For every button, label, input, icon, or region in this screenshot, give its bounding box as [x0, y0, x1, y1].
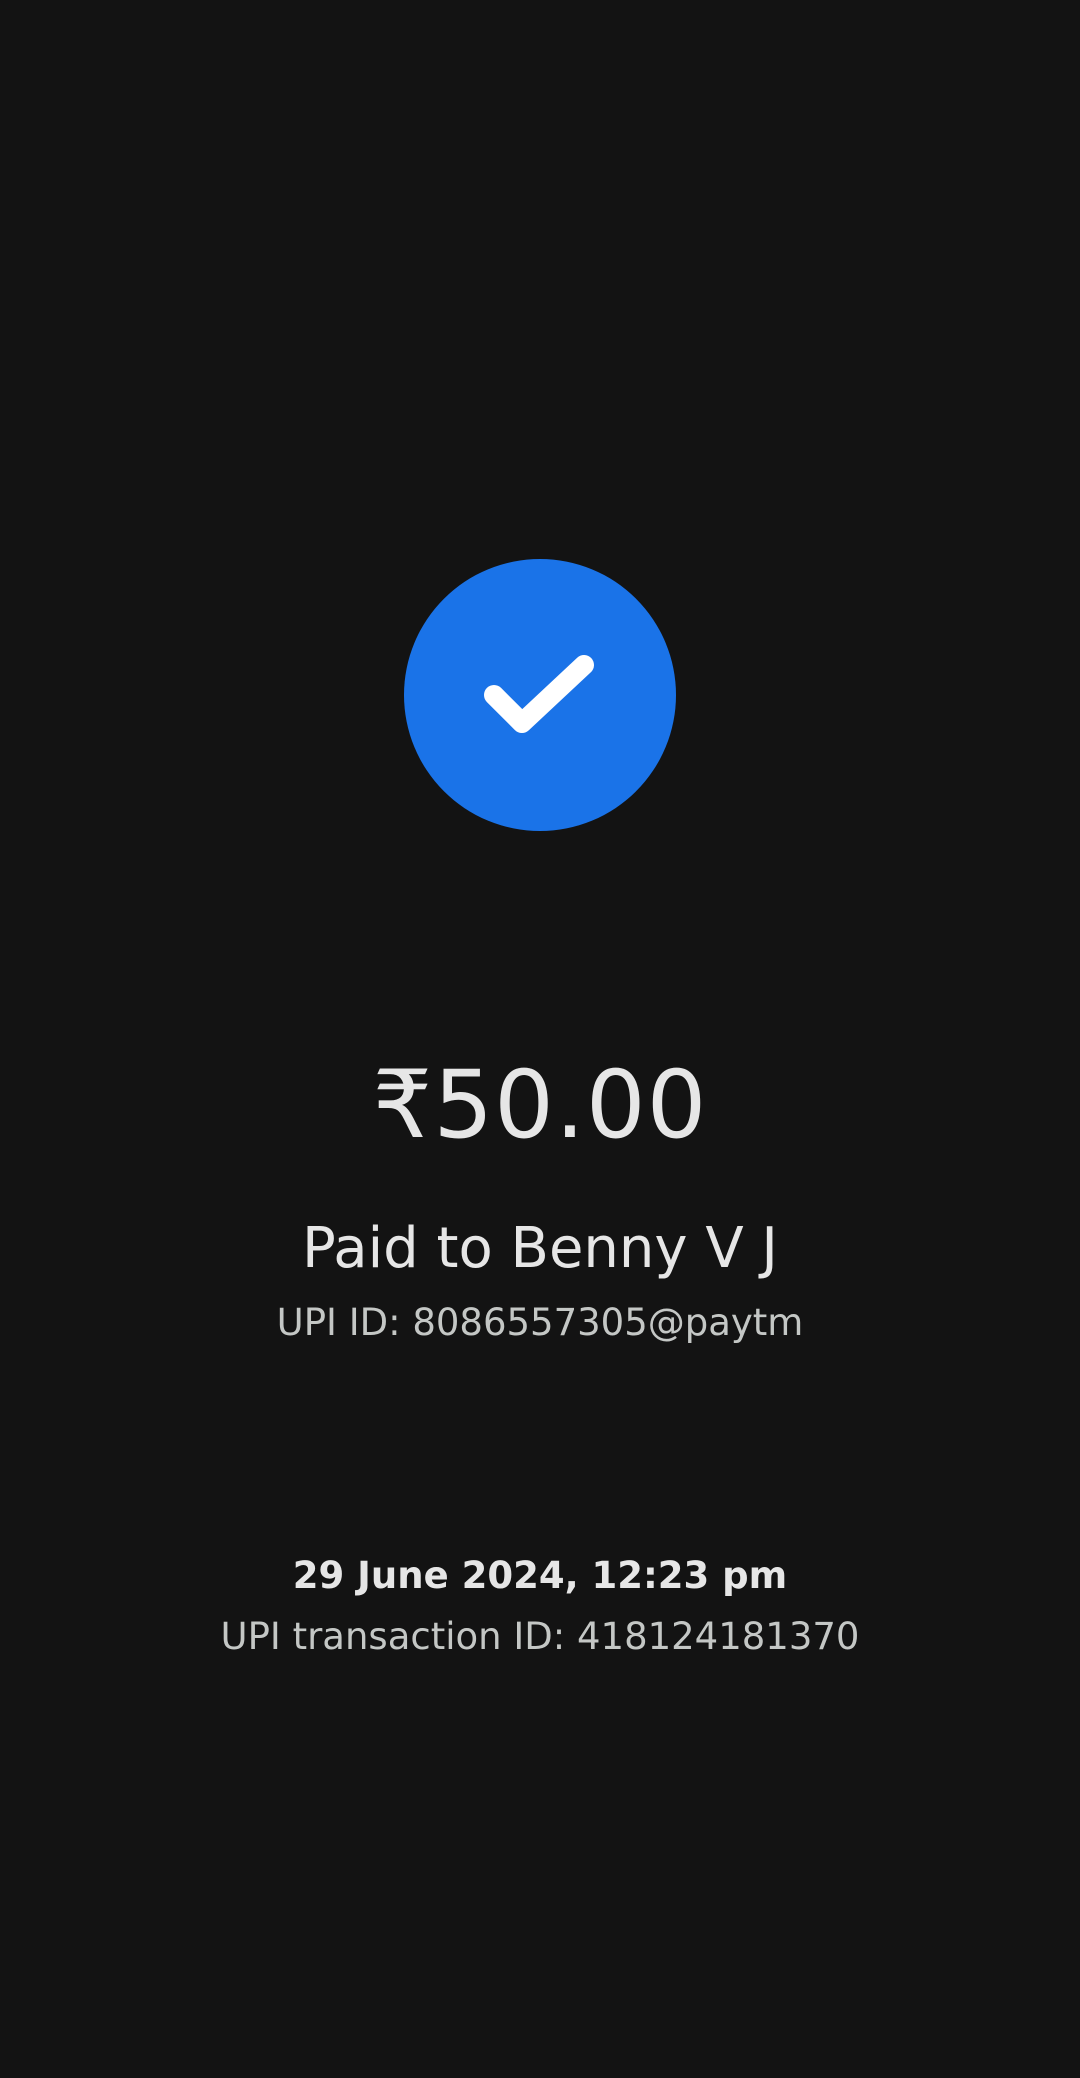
payee-name: Paid to Benny V J	[302, 1216, 778, 1281]
upi-transaction-id: UPI transaction ID: 418124181370	[220, 1615, 860, 1658]
check-icon	[484, 655, 594, 733]
transaction-datetime: 29 June 2024, 12:23 pm	[292, 1554, 788, 1597]
payee-upi-id: UPI ID: 8086557305@paytm	[276, 1301, 804, 1344]
payment-amount: ₹50.00	[372, 1051, 708, 1160]
success-status-circle	[404, 559, 676, 831]
